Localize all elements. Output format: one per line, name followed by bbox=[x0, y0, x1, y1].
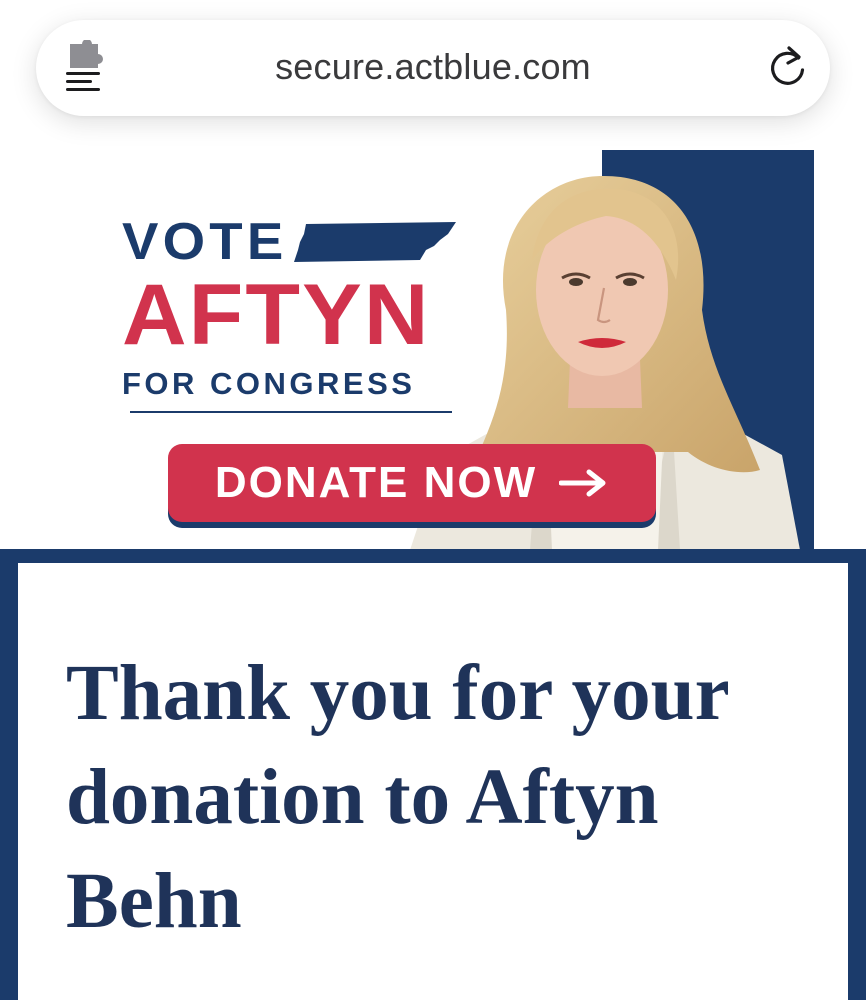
logo-divider bbox=[130, 411, 452, 413]
campaign-banner: VOTE AFTYN FOR CONGRESS DONATE NOW bbox=[0, 150, 866, 550]
reload-icon[interactable] bbox=[768, 44, 808, 88]
page: secure.actblue.com VOTE AFTYN FOR CONGRE… bbox=[0, 0, 866, 1000]
url-text[interactable]: secure.actblue.com bbox=[36, 46, 830, 88]
donate-now-button[interactable]: DONATE NOW bbox=[168, 444, 656, 522]
address-bar[interactable]: secure.actblue.com bbox=[36, 20, 830, 116]
donate-now-label: DONATE NOW bbox=[214, 458, 538, 507]
thank-you-heading: Thank you for your donation to Aftyn Beh… bbox=[66, 650, 729, 945]
arrow-right-icon bbox=[559, 469, 606, 497]
vote-label: VOTE bbox=[122, 213, 288, 271]
